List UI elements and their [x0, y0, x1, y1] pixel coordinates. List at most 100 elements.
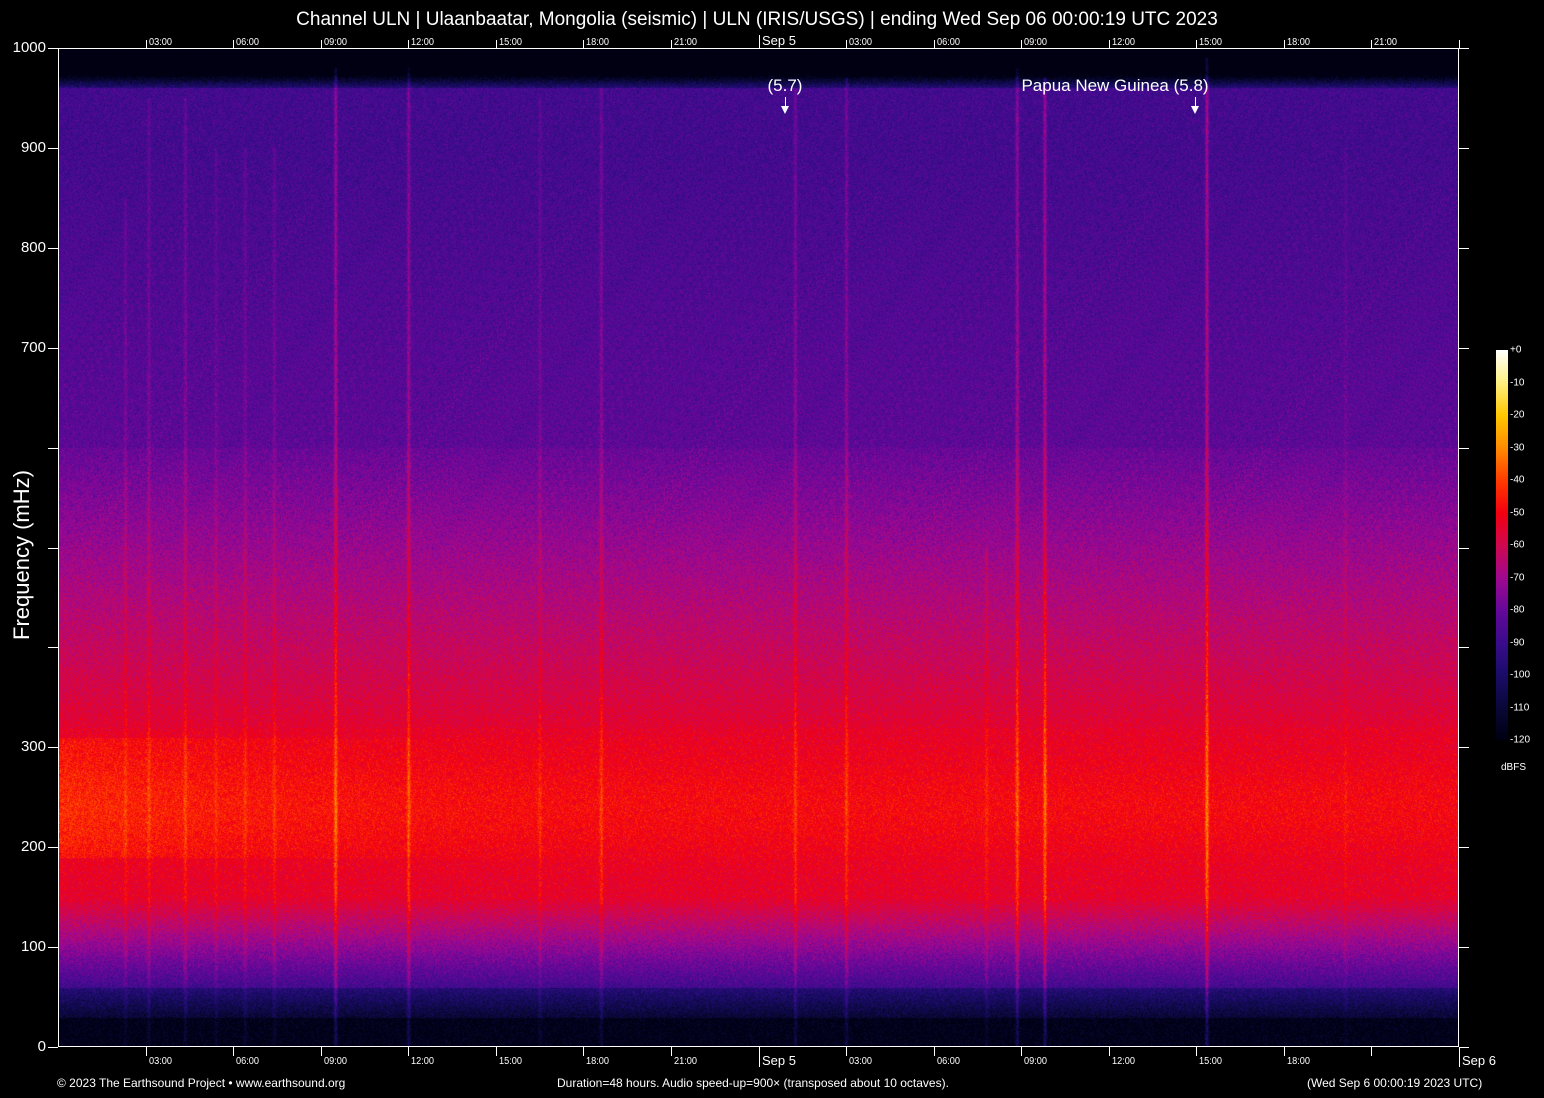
colorbar-tick-label: +0 [1510, 344, 1522, 356]
top-x-tick-label: 06:00 [236, 37, 260, 48]
colorbar-tick-label: -110 [1510, 702, 1530, 713]
bottom-x-tick-label: 06:00 [236, 1056, 260, 1067]
bottom-x-tick-label: Sep 5 [762, 1053, 796, 1068]
y-axis-label: Frequency (mHz) [9, 470, 34, 640]
y-tick-label: 200 [20, 838, 46, 855]
bottom-x-tick-label: 09:00 [324, 1056, 348, 1067]
top-x-tick [759, 35, 760, 48]
top-x-tick-label: 18:00 [586, 37, 610, 48]
top-x-tick-label: 09:00 [324, 37, 348, 48]
y-tick-left [48, 448, 58, 449]
bottom-x-tick [934, 1047, 935, 1056]
bottom-x-tick [1196, 1047, 1197, 1056]
top-x-tick [408, 40, 409, 48]
top-x-tick [583, 40, 584, 48]
colorbar-tick-label: -60 [1510, 539, 1525, 551]
event-arrow-icon [781, 97, 789, 114]
bottom-x-tick [408, 1047, 409, 1056]
top-x-tick-label: 15:00 [1199, 37, 1223, 48]
y-tick-right [1459, 1047, 1469, 1048]
top-x-tick [846, 40, 847, 48]
top-x-tick-label: 12:00 [411, 37, 435, 48]
top-x-tick [671, 40, 672, 48]
bottom-x-tick-label: 12:00 [411, 1056, 435, 1067]
y-tick-left [48, 1047, 58, 1048]
top-x-tick [146, 40, 147, 48]
y-tick-right [1459, 348, 1469, 349]
bottom-x-tick [233, 1047, 234, 1056]
y-tick-left [48, 48, 58, 49]
colorbar-tick-label: -10 [1510, 377, 1525, 388]
y-tick-left [48, 148, 58, 149]
bottom-x-tick [1284, 1047, 1285, 1056]
y-tick-left [48, 747, 58, 748]
y-tick-left [48, 548, 58, 549]
event-arrow-icon [1191, 97, 1199, 114]
y-tick-right [1459, 248, 1469, 249]
top-x-tick-label: 03:00 [849, 37, 873, 48]
bottom-x-tick [671, 1047, 672, 1056]
top-x-tick [233, 40, 234, 48]
top-x-tick [934, 40, 935, 48]
top-x-tick-label: 09:00 [1024, 37, 1048, 48]
y-tick-label: 700 [20, 339, 46, 356]
top-x-tick-label: 21:00 [1374, 37, 1398, 48]
colorbar-tick-label: -40 [1510, 474, 1525, 486]
top-x-tick-label: 12:00 [1112, 37, 1136, 48]
y-tick-label: 0 [37, 1038, 46, 1055]
bottom-x-tick-label: 15:00 [499, 1056, 523, 1067]
chart-title: Channel ULN | Ulaanbaatar, Mongolia (sei… [296, 9, 1218, 30]
top-x-tick [1196, 40, 1197, 48]
bottom-x-tick-label: 09:00 [1024, 1056, 1048, 1067]
bottom-x-tick [496, 1047, 497, 1056]
y-tick-right [1459, 647, 1469, 648]
event-annotation-label: Papua New Guinea (5.8) [1021, 76, 1209, 95]
bottom-x-tick-label: 03:00 [849, 1056, 873, 1067]
top-x-tick [1284, 40, 1285, 48]
y-tick-left [48, 248, 58, 249]
bottom-x-tick [759, 1047, 760, 1067]
top-x-tick-label: 03:00 [149, 37, 173, 48]
top-x-tick-label: 21:00 [674, 37, 698, 48]
bottom-x-tick-label: 06:00 [937, 1056, 961, 1067]
bottom-x-tick [1109, 1047, 1110, 1056]
y-tick-label: 100 [20, 938, 46, 955]
y-tick-right [1459, 747, 1469, 748]
top-x-tick [1021, 40, 1022, 48]
top-x-tick-label: 15:00 [499, 37, 523, 48]
bottom-x-tick-label: 21:00 [674, 1056, 698, 1067]
footer-copyright: © 2023 The Earthsound Project • www.eart… [57, 1076, 346, 1090]
bottom-x-tick [321, 1047, 322, 1056]
bottom-x-tick-label: 12:00 [1112, 1056, 1136, 1067]
y-tick-right [1459, 548, 1469, 549]
y-tick-left [48, 348, 58, 349]
colorbar-unit-label: dBFS [1501, 762, 1527, 773]
top-x-tick-label: 06:00 [937, 37, 961, 48]
bottom-x-tick-label: Sep 6 [1462, 1053, 1496, 1068]
bottom-x-tick [1021, 1047, 1022, 1056]
bottom-x-tick [1371, 1047, 1372, 1056]
y-tick-right [1459, 148, 1469, 149]
colorbar-tick-label: -90 [1510, 637, 1525, 648]
bottom-x-tick-label: 15:00 [1199, 1056, 1223, 1067]
bottom-x-tick [1459, 1047, 1460, 1067]
y-tick-right [1459, 48, 1469, 49]
spectrogram-heatmap [58, 48, 1459, 1047]
top-x-tick [1371, 40, 1372, 48]
colorbar [1496, 350, 1508, 740]
footer-end-time: (Wed Sep 6 00:00:19 2023 UTC) [1307, 1076, 1483, 1090]
colorbar-tick-label: -20 [1510, 409, 1525, 421]
y-tick-label: 300 [20, 738, 46, 755]
y-tick-label: 1000 [12, 39, 46, 56]
footer-duration: Duration=48 hours. Audio speed-up=900× (… [557, 1076, 949, 1090]
colorbar-tick-label: -120 [1510, 734, 1531, 746]
colorbar-tick-label: -100 [1510, 669, 1531, 681]
bottom-x-tick-label: 03:00 [149, 1056, 173, 1067]
colorbar-tick-label: -70 [1510, 572, 1525, 583]
colorbar-tick-label: -50 [1510, 507, 1525, 518]
top-x-tick [1109, 40, 1110, 48]
bottom-x-tick-label: 18:00 [1287, 1056, 1311, 1067]
colorbar-tick-label: -30 [1510, 442, 1525, 453]
top-x-tick [496, 40, 497, 48]
bottom-x-tick-label: 18:00 [586, 1056, 610, 1067]
